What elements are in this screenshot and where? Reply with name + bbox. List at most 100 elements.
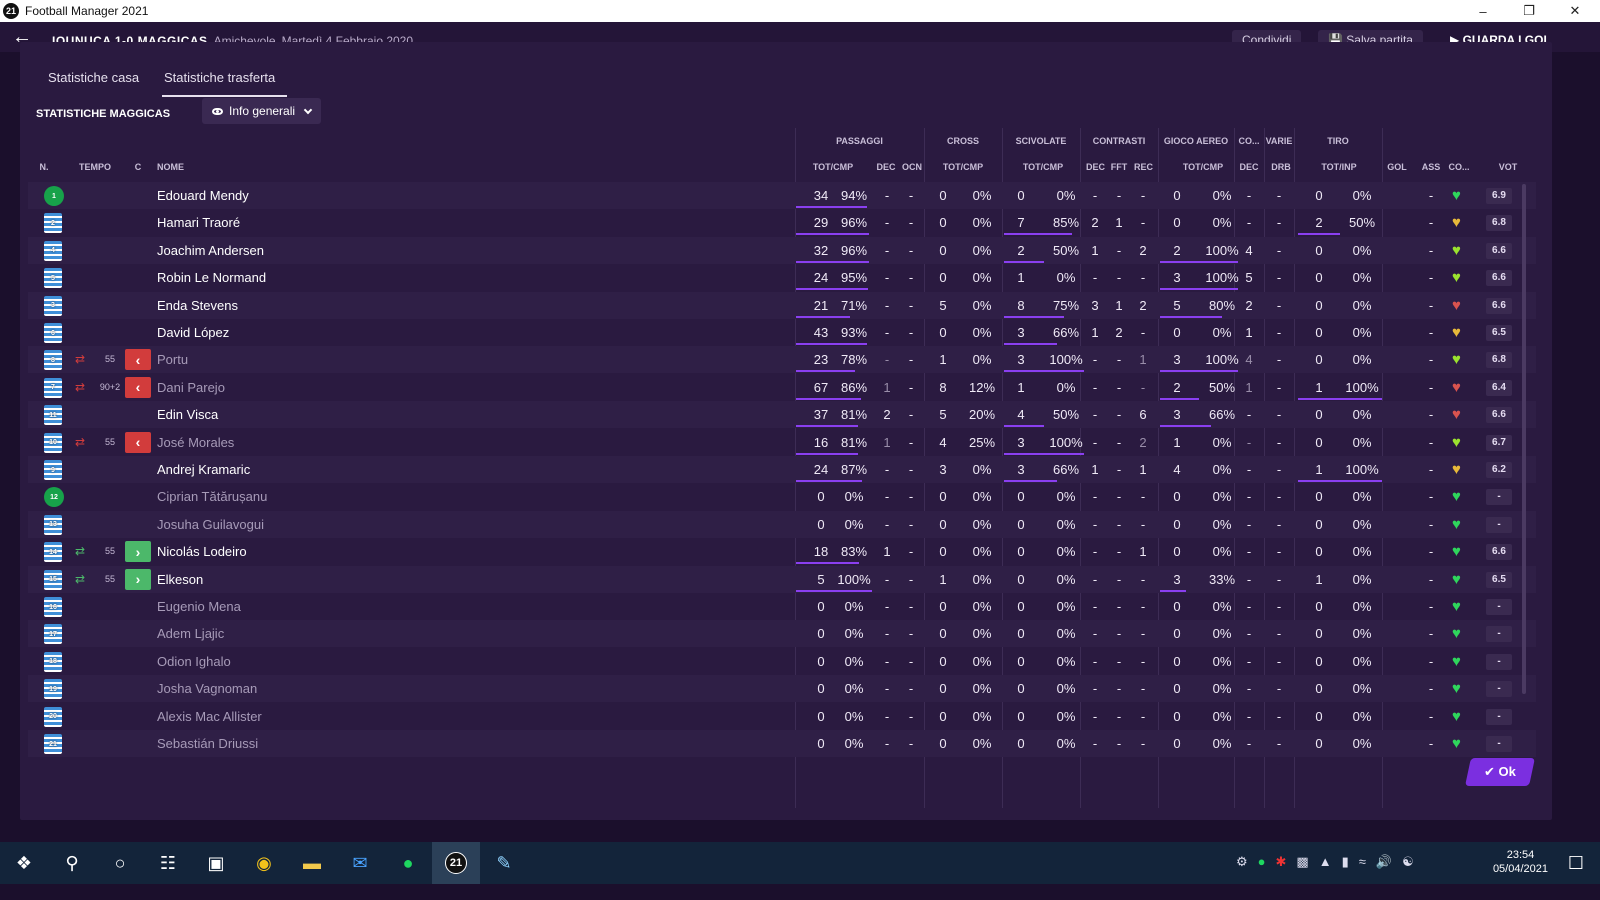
steam-icon[interactable]: ⚙ xyxy=(1236,854,1248,870)
player-name[interactable]: Portu xyxy=(157,346,188,373)
mail-icon[interactable]: ✉ xyxy=(336,842,384,884)
stat-cell: - xyxy=(1276,325,1282,340)
player-name[interactable]: Andrej Kramaric xyxy=(157,456,250,483)
table-scrollbar[interactable] xyxy=(1522,184,1526,694)
table-row[interactable]: 5 Robin Le Normand 24 95% - -0 0% 1 0% - - -3 100% 5-… xyxy=(28,264,1536,291)
player-name[interactable]: Nicolás Lodeiro xyxy=(157,538,247,565)
column-header[interactable]: FFT xyxy=(1110,162,1128,172)
file-explorer-icon[interactable]: ▬ xyxy=(288,842,336,884)
player-name[interactable]: Edouard Mendy xyxy=(157,182,249,209)
table-row[interactable]: 17 Adem Ljajic 0 0% - -0 0% 0 0% - - -0 0% - -0 0% - ♥ - xyxy=(28,620,1536,648)
stat-cell: 0 xyxy=(1173,325,1181,340)
table-row[interactable]: 15 ⇄ 55 › Elkeson 5 100% - -1 0% 0 0% - - -3 33% - -1 0% - ♥… xyxy=(28,565,1536,593)
column-header[interactable]: GOL xyxy=(1384,162,1410,172)
volume-icon[interactable]: 🔊 xyxy=(1376,854,1392,870)
table-row[interactable]: 11 Edin Visca 37 81% 2-5 20% 4 50% - -6 3 66% - -0 0% -… xyxy=(28,401,1536,429)
column-header[interactable]: TEMPO xyxy=(70,162,120,172)
table-row[interactable]: 21 Sebastián Driussi 0 0% - -0 0% 0 0% - - -0 0% - -0 0… xyxy=(28,730,1536,757)
player-name[interactable]: Adem Ljajic xyxy=(157,620,224,647)
wifi-icon[interactable]: ≈ xyxy=(1359,854,1366,870)
table-row[interactable]: 1 Edouard Mendy 34 94% - -0 0% 0 0% - - -0 0% - -0 0% - ♥… xyxy=(28,182,1536,209)
search-icon[interactable]: ⚲ xyxy=(48,842,96,884)
player-name[interactable]: Enda Stevens xyxy=(157,292,238,319)
cortana-icon[interactable]: ○ xyxy=(96,842,144,884)
column-header[interactable]: DEC xyxy=(874,162,898,172)
table-row[interactable]: 3 Enda Stevens 21 71% - -5 0% 8 75% 3 1 2 5 80% 2-0 0% -… xyxy=(28,291,1536,319)
spotify-tray-icon[interactable]: ● xyxy=(1258,854,1266,870)
stat-cell: 4 xyxy=(1017,407,1025,423)
table-row[interactable]: 6 David López 43 93% - - 0 0% 3 66% 1 2 - 0 0% 1 - 0 0% - ♥ 6… xyxy=(28,319,1536,346)
table-row[interactable]: 13 Josuha Guilavogui 0 0% - -0 0% 0 0% - - -0 0% - -0 0… xyxy=(28,510,1536,538)
notifications-icon[interactable]: ☐ xyxy=(1552,842,1600,884)
column-header[interactable]: N. xyxy=(32,162,56,172)
player-name[interactable]: Eugenio Mena xyxy=(157,593,241,620)
battery-icon[interactable]: ▮ xyxy=(1342,854,1349,870)
football-manager-icon[interactable]: 21 xyxy=(432,842,480,884)
table-row[interactable]: 9 Andrej Kramaric 24 87% - -3 0% 3 66% 1-1 4 0% - -1 1… xyxy=(28,456,1536,483)
column-header[interactable]: DRB xyxy=(1268,162,1294,172)
table-row[interactable]: 14 ⇄ 55 › Nicolás Lodeiro 18 83% 1-0 0% 0 0% - -1 0 0%… xyxy=(28,538,1536,565)
table-row[interactable]: 8 ⇄ 55 ‹ Portu 23 78% - -1 0% 3 100% - -1 3 100% 4-0 0% - ♥… xyxy=(28,346,1536,374)
column-header[interactable]: ASS xyxy=(1418,162,1444,172)
column-header[interactable]: DEC xyxy=(1238,162,1260,172)
minimize-icon[interactable]: – xyxy=(1460,0,1506,22)
column-header[interactable]: TOT/INP xyxy=(1304,162,1374,172)
player-name[interactable]: Ciprian Tătărușanu xyxy=(157,483,267,510)
column-header[interactable]: DEC xyxy=(1086,162,1105,172)
chrome-icon[interactable]: ◉ xyxy=(240,842,288,884)
column-header[interactable]: REC xyxy=(1134,162,1153,172)
player-name[interactable]: Josha Vagnoman xyxy=(157,675,257,702)
spotify-icon[interactable]: ● xyxy=(384,842,432,884)
column-header[interactable]: NOME xyxy=(157,162,217,172)
close-icon[interactable]: ✕ xyxy=(1552,0,1598,22)
column-header[interactable]: CO... xyxy=(1444,162,1474,172)
column-header[interactable]: TOT/CMP xyxy=(802,162,864,172)
player-name[interactable]: Joachim Andersen xyxy=(157,237,264,264)
table-row[interactable]: 7 ⇄ 90+2 ‹ Dani Parejo 67 86% 1-8 12% 1 0% - - -2 50% 1… xyxy=(28,374,1536,401)
network-icon[interactable]: ▲ xyxy=(1319,854,1332,870)
table-row[interactable]: 2 Hamari Traoré 29 96% - -0 0% 7 85% 2 1-0 0% - -2 50%… xyxy=(28,209,1536,236)
tab-away-stats[interactable]: Statistiche trasferta xyxy=(162,70,288,97)
player-name[interactable]: Alexis Mac Allister xyxy=(157,703,262,730)
player-name[interactable]: Edin Visca xyxy=(157,401,218,428)
table-row[interactable]: 10 ⇄ 55 ‹ José Morales 16 81% 1-4 25% 3 100% - -2 1 0%… xyxy=(28,429,1536,456)
player-name[interactable]: José Morales xyxy=(157,429,234,456)
restore-icon[interactable]: ❐ xyxy=(1506,0,1552,22)
stat-cell: 0 xyxy=(817,599,825,614)
stat-cell: 0% xyxy=(1352,270,1372,286)
player-name[interactable]: Odion Ighalo xyxy=(157,648,231,675)
table-row[interactable]: 4 Joachim Andersen 32 96% - -0 0% 2 50% 1-2 2 100% 4… xyxy=(28,236,1536,264)
remote-desktop-icon[interactable]: ▣ xyxy=(192,842,240,884)
stat-cell: - xyxy=(908,599,914,614)
column-header[interactable]: TOT/CMP xyxy=(1008,162,1078,172)
stat-cell: - xyxy=(1276,653,1282,669)
column-header[interactable]: TOT/CMP xyxy=(1168,162,1238,172)
player-name[interactable]: Elkeson xyxy=(157,566,203,593)
task-view-icon[interactable]: ☷ xyxy=(144,842,192,884)
ok-button[interactable]: ✔ Ok xyxy=(1465,758,1535,786)
table-row[interactable]: 20 Alexis Mac Allister 0 0% - -0 0% 0 0% - - -0 0% - -… xyxy=(28,703,1536,730)
antivirus-icon[interactable]: ✱ xyxy=(1276,854,1287,870)
column-header[interactable]: VOT xyxy=(1492,162,1524,172)
paint-icon[interactable]: ✎ xyxy=(480,842,528,884)
table-row[interactable]: 16 Eugenio Mena 0 0% - -0 0% 0 0% - - -0 0% - -0 0% - ♥ - xyxy=(28,593,1536,620)
windows-start-icon[interactable]: ❖ xyxy=(0,842,48,884)
table-row[interactable]: 18 Odion Ighalo 0 0% - -0 0% 0 0% - - -0 0% - -0 0% - ♥ - xyxy=(28,648,1536,675)
player-name[interactable]: David López xyxy=(157,319,229,346)
column-header[interactable]: TOT/CMP xyxy=(928,162,998,172)
view-dropdown[interactable]: Info generali xyxy=(202,98,322,124)
stat-cell: 78% xyxy=(840,352,868,368)
column-header[interactable]: C xyxy=(132,162,144,172)
language-icon[interactable]: ☯ xyxy=(1402,854,1414,870)
player-name[interactable]: Josuha Guilavogui xyxy=(157,511,264,538)
table-row[interactable]: 19 Josha Vagnoman 0 0% - -0 0% 0 0% - - -0 0% - -0 0% - ♥… xyxy=(28,675,1536,703)
player-name[interactable]: Robin Le Normand xyxy=(157,264,266,291)
column-header[interactable]: OCN xyxy=(900,162,924,172)
display-icon[interactable]: ▩ xyxy=(1296,854,1308,870)
player-name[interactable]: Hamari Traoré xyxy=(157,209,240,236)
player-name[interactable]: Dani Parejo xyxy=(157,374,225,401)
tab-home-stats[interactable]: Statistiche casa xyxy=(48,70,139,85)
taskbar-clock[interactable]: 23:54 05/04/2021 xyxy=(1493,848,1548,876)
table-row[interactable]: 12 Ciprian Tătărușanu 0 0% - -0 0% 0 0% - - -0 0% - -0… xyxy=(28,483,1536,510)
player-name[interactable]: Sebastián Driussi xyxy=(157,730,258,757)
